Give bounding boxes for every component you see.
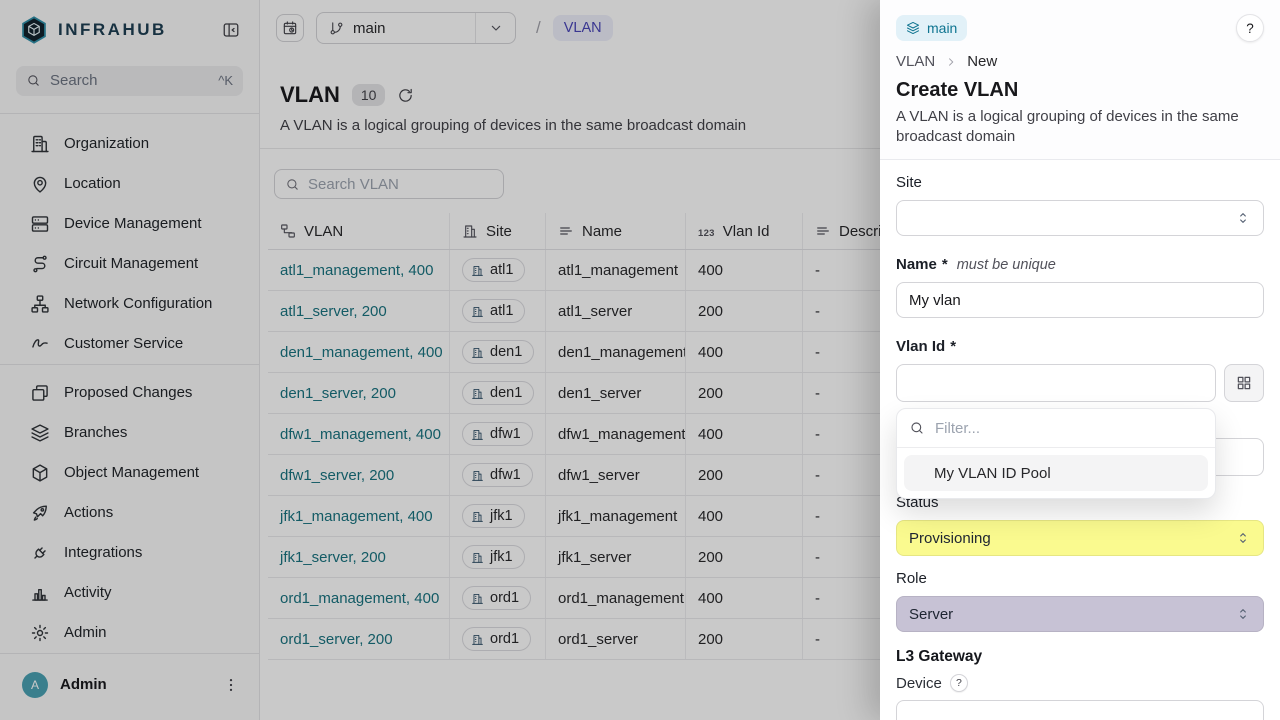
device-label-row: Device ? <box>896 674 1264 692</box>
required-marker: * <box>950 338 956 355</box>
chevrons-up-down-icon <box>1235 210 1251 226</box>
panel-title: Create VLAN <box>896 79 1264 102</box>
pool-selector-button[interactable] <box>1224 364 1264 402</box>
vlan-id-input[interactable] <box>896 364 1216 402</box>
name-label: Name * must be unique <box>896 256 1264 273</box>
chevron-right-icon <box>944 55 958 69</box>
device-help-icon[interactable]: ? <box>950 674 968 692</box>
panel-breadcrumb: VLAN New <box>896 53 1264 70</box>
status-value: Provisioning <box>909 530 991 547</box>
panel-header: main ? VLAN New Create VLAN A VLAN is a … <box>880 0 1280 160</box>
branch-badge-label: main <box>927 20 957 36</box>
vlan-id-field: My VLAN ID Pool <box>896 364 1264 402</box>
layers-icon <box>906 21 920 35</box>
grid-icon <box>1235 374 1253 392</box>
site-select[interactable] <box>896 200 1264 236</box>
name-input[interactable] <box>896 282 1264 318</box>
breadcrumb-current: New <box>967 53 997 70</box>
role-label: Role <box>896 570 1264 587</box>
create-vlan-form: Site Name * must be unique Vlan Id * <box>880 160 1280 720</box>
chevrons-up-down-icon <box>1235 606 1251 622</box>
dropdown-filter-input[interactable] <box>935 420 1203 437</box>
vlan-id-label: Vlan Id * <box>896 338 1264 355</box>
l3-gateway-heading: L3 Gateway <box>896 648 1264 666</box>
dropdown-option[interactable]: My VLAN ID Pool <box>904 455 1208 491</box>
name-hint: must be unique <box>957 257 1056 273</box>
breadcrumb-parent[interactable]: VLAN <box>896 53 935 70</box>
modal-overlay[interactable] <box>0 0 880 720</box>
device-label: Device <box>896 675 942 692</box>
chevrons-up-down-icon <box>1235 530 1251 546</box>
dropdown-options: My VLAN ID Pool <box>897 448 1215 498</box>
role-select[interactable]: Server <box>896 596 1264 632</box>
device-select[interactable] <box>896 700 1264 720</box>
panel-description: A VLAN is a logical grouping of devices … <box>896 107 1258 147</box>
role-value: Server <box>909 606 953 623</box>
search-icon <box>909 420 925 436</box>
site-label: Site <box>896 174 1264 191</box>
branch-badge: main <box>896 15 967 41</box>
pool-dropdown: My VLAN ID Pool <box>896 408 1216 499</box>
required-marker: * <box>942 256 948 273</box>
status-select[interactable]: Provisioning <box>896 520 1264 556</box>
help-button[interactable]: ? <box>1236 14 1264 42</box>
dropdown-filter[interactable] <box>897 409 1215 447</box>
create-vlan-panel: main ? VLAN New Create VLAN A VLAN is a … <box>880 0 1280 720</box>
